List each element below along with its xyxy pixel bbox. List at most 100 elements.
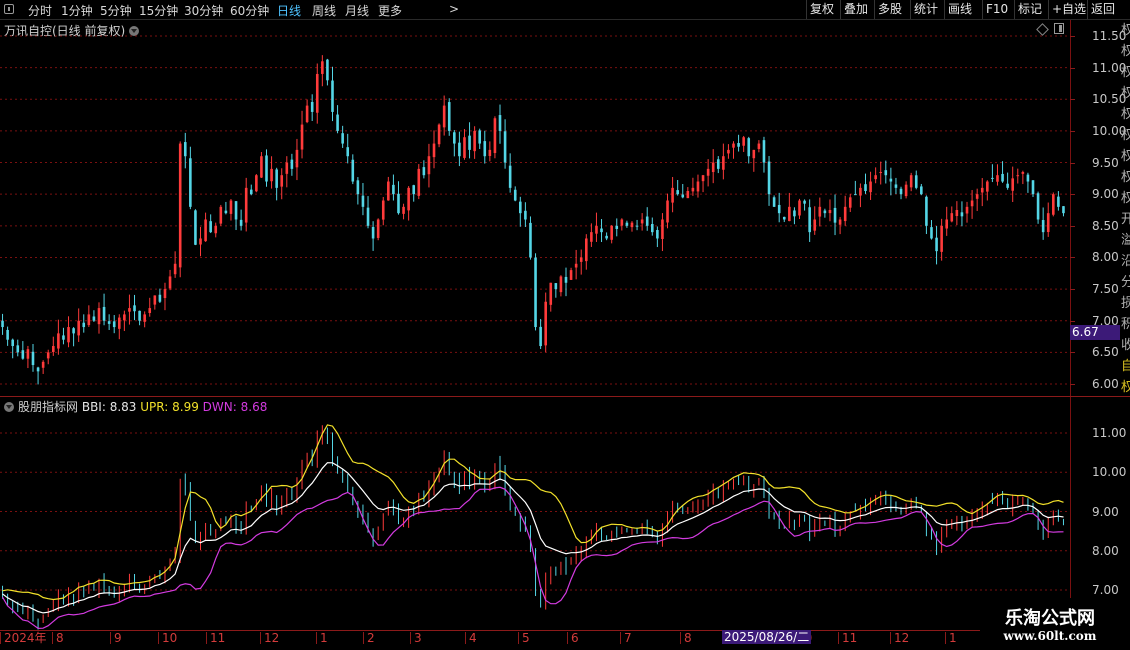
y-tick	[1070, 257, 1075, 259]
period-tab-1min[interactable]: 1分钟	[61, 2, 93, 19]
overlay-button[interactable]: 叠加	[840, 0, 871, 19]
add-watchlist-button[interactable]: +自选	[1048, 0, 1089, 19]
candle-body	[691, 187, 695, 192]
candle-body	[417, 168, 421, 196]
candle-body	[554, 283, 558, 290]
candle-body	[92, 316, 96, 321]
candle-body	[1, 320, 4, 328]
stats-button[interactable]: 统计	[910, 0, 941, 19]
y-tick-label: 6.50	[1092, 345, 1119, 360]
candle-body	[1006, 183, 1009, 188]
period-tab-realtime[interactable]: 分时	[28, 2, 52, 19]
candle-body	[473, 130, 476, 152]
candle-body	[722, 156, 725, 170]
period-tab-30min[interactable]: 30分钟	[184, 2, 223, 19]
candle-body	[1021, 172, 1025, 174]
candle-body	[874, 175, 877, 180]
candle-body	[239, 219, 243, 226]
candle-body	[402, 206, 405, 214]
candle-body	[183, 142, 187, 157]
side-info-strip[interactable]: 权权权权权权权权权开溢沿分损积收 自权	[1121, 20, 1130, 630]
period-tab-5min[interactable]: 5分钟	[100, 2, 132, 19]
candle-body	[41, 361, 45, 368]
candle-body	[686, 191, 690, 199]
candle-body	[650, 223, 654, 233]
y-tick-label: 9.50	[1092, 155, 1119, 170]
candle-body	[945, 219, 949, 229]
candle-body	[148, 308, 152, 313]
candle-body	[1036, 193, 1040, 220]
candle-body	[914, 175, 918, 188]
candle-body	[864, 184, 867, 192]
candle-body	[635, 225, 639, 227]
candle-body	[285, 162, 289, 174]
candle-body	[996, 175, 999, 182]
period-tab-weekly[interactable]: 周线	[312, 2, 336, 19]
y-tick	[1070, 67, 1075, 69]
candle-body	[737, 143, 740, 147]
mark-button[interactable]: 标记	[1014, 0, 1045, 19]
date-label: 12	[260, 632, 279, 644]
candle-body	[803, 200, 806, 204]
candle-body	[458, 142, 461, 157]
indicator-chart[interactable]	[0, 397, 1070, 630]
candle-body	[361, 195, 365, 207]
period-tab-multi[interactable]: 更多	[378, 2, 402, 19]
date-label: 1	[945, 632, 957, 644]
candle-body	[503, 131, 507, 163]
candle-body	[625, 222, 629, 226]
candle-body	[442, 105, 446, 128]
candle-body	[1052, 194, 1055, 215]
adjust-button[interactable]: 复权	[806, 0, 837, 19]
candle-body	[11, 339, 14, 347]
date-label: 4	[465, 632, 477, 644]
candle-body	[777, 204, 781, 214]
period-tab-15min[interactable]: 15分钟	[139, 2, 178, 19]
candle-body	[894, 184, 898, 188]
back-button[interactable]: 返回	[1087, 0, 1118, 19]
candle-body	[904, 184, 908, 197]
candle-body	[590, 232, 593, 242]
main-chart[interactable]	[0, 20, 1070, 396]
candle-body	[828, 210, 832, 214]
candle-body	[422, 167, 426, 176]
candle-body	[432, 143, 436, 158]
candle-body	[955, 210, 959, 217]
candle-body	[508, 165, 512, 188]
candle-body	[716, 159, 720, 169]
y-tick	[1070, 194, 1075, 196]
candle-body	[392, 184, 395, 195]
candle-body	[194, 210, 197, 245]
candle-body	[437, 124, 441, 145]
candle-body	[189, 158, 192, 207]
candle-body	[574, 263, 578, 268]
candle-body	[610, 225, 613, 240]
draw-line-button[interactable]: 画线	[944, 0, 975, 19]
period-tab-60min[interactable]: 60分钟	[230, 2, 269, 19]
date-label: 1	[316, 632, 328, 644]
candle-body	[711, 162, 715, 173]
window-menu-icon[interactable]	[4, 4, 14, 14]
candle-body	[163, 289, 167, 299]
candle-body	[107, 321, 111, 324]
candle-body	[16, 345, 20, 353]
candle-body	[62, 335, 65, 340]
period-tab-monthly[interactable]: 月线	[345, 2, 369, 19]
candle-body	[940, 225, 943, 252]
period-tab-daily[interactable]: 日线	[277, 2, 301, 19]
candle-body	[199, 238, 202, 245]
candle-body	[57, 333, 60, 349]
date-label: 8	[680, 632, 692, 644]
f10-button[interactable]: F10	[982, 0, 1011, 19]
multi-stock-button[interactable]: 多股	[874, 0, 905, 19]
date-label: 3	[410, 632, 422, 644]
candle-body	[529, 222, 532, 258]
date-axis: 2024年891011121234567891011121	[0, 630, 1070, 650]
candle-body	[112, 321, 116, 328]
y-tick	[1070, 320, 1075, 322]
date-label: 7	[620, 632, 632, 644]
more-arrow-icon[interactable]: >	[449, 2, 459, 16]
candle-body	[884, 170, 888, 176]
y-tick-label: 6.00	[1092, 377, 1119, 391]
candle-body	[280, 175, 284, 187]
